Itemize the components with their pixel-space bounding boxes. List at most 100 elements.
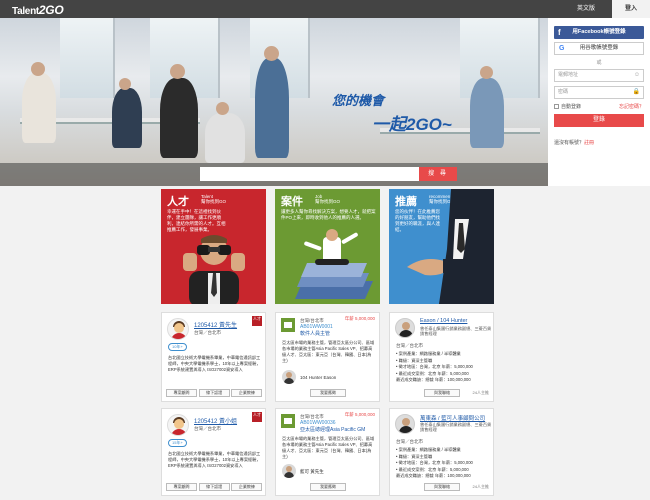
background-person-head [264, 46, 279, 61]
hunter-details: • 案例產業：網路服務業 / 半導體業 • 職級：資深主管職 • 徵才地區：台灣… [396, 447, 473, 478]
certify-button[interactable]: 線下認證 [198, 483, 230, 491]
recruiter-name[interactable]: 藍可 黃先生 [300, 469, 324, 475]
background-window [60, 18, 115, 98]
search-input[interactable] [200, 167, 419, 181]
background-person-head [216, 102, 229, 115]
talent-actions: 專案顧問 線下認證 企業教練 [166, 483, 263, 491]
category-title: 人才 [167, 196, 189, 208]
category-recommend-card[interactable]: 推薦 recommend 幫你找到GO 您的伙伴！在此推薦您的好朋友，幫助他們找到… [389, 189, 494, 304]
job-salary: 年薪 5,000,000 [344, 412, 375, 417]
category-title: 案件 [281, 196, 303, 208]
job-title[interactable]: 軟件人員主管 [300, 330, 330, 337]
hero-tagline: 您的機會 [332, 93, 385, 108]
background-person [255, 58, 289, 158]
category-job-card[interactable]: 案件 Job 幫你找到GO 讓更多人幫你尋找解決方案，想要人才，就把案件PO上來，… [275, 189, 380, 304]
forgot-password-link[interactable]: 忘記密碼？ [619, 103, 644, 110]
bookmark-badge[interactable]: 人才 [252, 412, 262, 422]
talent-description: 台北國立技術大學電機系畢業，中華電信通訊部工程師，中央大學電機系學士，10年以上… [168, 355, 261, 372]
hunter-avatar [395, 318, 415, 338]
consultant-button[interactable]: 專案顧問 [166, 483, 197, 491]
category-subtitle: Talent 幫你找到GO [201, 194, 227, 204]
talent-card[interactable]: 人才 1205412 黃先生 台灣／台北市 10年+ 台北國立技術大學電機系畢業… [161, 312, 266, 402]
google-login-button[interactable]: G 用谷歌帳號登錄 [554, 42, 644, 55]
hunter-avatar [395, 414, 415, 434]
google-icon: G [559, 45, 565, 52]
checkbox-icon [554, 104, 559, 110]
apply-button[interactable]: 我要應徵 [310, 483, 346, 491]
password-field[interactable]: 密碼 🔒 [554, 86, 644, 99]
hunter-details: • 案例產業：網路服務業 / 半導體業 • 職級：資深主管職 • 徵才地區：台灣… [396, 351, 473, 382]
category-description: 讓更多人幫你尋找解決方案，想要人才，就把案件PO上來，即時收到他人的推薦的人選。 [281, 209, 376, 220]
talent-location: 台灣／台北市 [194, 426, 221, 431]
talent-name[interactable]: 1205412 黃小姐 [194, 416, 237, 425]
background-person [470, 78, 504, 148]
login-submit-button[interactable]: 登錄 [554, 114, 644, 127]
email-field[interactable]: 電郵地址 ☺ [554, 69, 644, 82]
signup-prompt: 還沒有帳號？註冊 [554, 140, 595, 146]
hunter-background: 曾任泰山集團行銷業務副總、三菱百貨銷售經理 [420, 422, 492, 432]
talent-name[interactable]: 1205412 黃先生 [194, 320, 237, 329]
background-person [112, 88, 142, 148]
hunter-name[interactable]: 萬東森 / 藍可人事顧問公司 [420, 414, 485, 422]
recommend-count: 24人主推 [472, 390, 489, 395]
category-subtitle: Job 幫你找到GO [315, 194, 341, 204]
background-person-head [480, 66, 493, 79]
talent-actions: 專案顧問 線下認證 企業教練 [166, 389, 263, 397]
coach-button[interactable]: 企業教練 [231, 389, 263, 397]
recruiter-name[interactable]: 104 Hunter Eason [300, 375, 336, 380]
or-divider: 或 [596, 60, 602, 66]
hunter-card[interactable]: Eason / 104 Hunter 曾任泰山集團行銷業務副總、三菱百貨銷售經理… [389, 312, 494, 402]
talent-description: 台北國立技術大學電機系畢業，中華電信通訊部工程師，中央大學電機系學士，10年以上… [168, 451, 261, 468]
category-talent-card[interactable]: 人才 Talent 幫你找到GO 幸運在手中！在這裡找到伙伴，建立團隊，讓工作更順… [161, 189, 266, 304]
facebook-icon: f [558, 28, 561, 37]
job-description: 亞太區市場的業務主管，管理亞太區分公司、區域各市場的業務主管Asia Pacif… [282, 436, 375, 459]
hero-tagline-2go: 一起2GO~ [372, 115, 452, 134]
contact-button[interactable]: 與我聯絡 [424, 389, 460, 397]
files-man-illustration [295, 229, 373, 299]
background-person-head [119, 78, 131, 90]
lock-icon: 🔒 [632, 89, 640, 95]
job-salary: 年薪 5,000,000 [344, 316, 375, 321]
background-person-head [31, 62, 45, 76]
site-logo[interactable]: Talent2GO [12, 3, 64, 17]
experience-chip: 10年+ [168, 343, 187, 351]
binoculars-man-illustration [183, 235, 245, 304]
search-button[interactable]: 搜 尋 [419, 167, 457, 181]
hunter-location: 台灣／台北市 [396, 439, 423, 444]
job-description: 亞太區市場的業務主管，管理亞太區分公司、區域各市場的業務主管Asia Pacif… [282, 340, 375, 363]
recommend-count: 24人主推 [472, 484, 489, 489]
signup-link[interactable]: 註冊 [584, 140, 594, 146]
job-card[interactable]: 台灣/台北市 年薪 5,000,000 AB01WW0001 軟件人員主管 亞太… [275, 312, 380, 402]
avatar [167, 414, 189, 436]
remember-me-checkbox[interactable]: 自動登錄 [554, 103, 581, 110]
talent-card[interactable]: 人才 1205412 黃小姐 台灣／台北市 15年+ 台北國立技術大學電機系畢業… [161, 408, 266, 496]
certify-button[interactable]: 線下認證 [198, 389, 230, 397]
experience-chip: 15年+ [168, 439, 187, 447]
bookmark-badge[interactable]: 人才 [252, 316, 262, 326]
user-icon: ☺ [633, 72, 640, 78]
background-person-head [170, 64, 185, 79]
language-switch-link[interactable]: 英文版 [566, 0, 606, 18]
hunter-name[interactable]: Eason / 104 Hunter [420, 318, 467, 324]
briefcase-icon [281, 318, 295, 332]
hero-banner: 您的機會 一起2GO~ [0, 18, 548, 186]
background-person [22, 73, 56, 143]
login-tab[interactable]: 登入 [612, 0, 650, 18]
facebook-login-button[interactable]: f 用Facebook帳號登錄 [554, 26, 644, 39]
avatar [167, 318, 189, 340]
job-title[interactable]: 亞太區總經理Asia Pacific GM [300, 426, 365, 433]
contact-button[interactable]: 與我聯絡 [424, 483, 460, 491]
hunter-card[interactable]: 萬東森 / 藍可人事顧問公司 曾任泰山集團行銷業務副總、三菱百貨銷售經理 台灣／… [389, 408, 494, 496]
job-card[interactable]: 台灣/台北市 年薪 5,000,000 AB01WW00036 亞太區總經理As… [275, 408, 380, 496]
login-panel: f 用Facebook帳號登錄 G 用谷歌帳號登錄 或 電郵地址 ☺ 密碼 🔒 自動登錄… [548, 18, 650, 186]
hunter-location: 台灣／台北市 [396, 343, 423, 348]
apply-button[interactable]: 我要應徵 [310, 389, 346, 397]
background-person [160, 78, 198, 158]
briefcase-icon [281, 414, 295, 428]
background-person [205, 113, 245, 163]
consultant-button[interactable]: 專案顧問 [166, 389, 197, 397]
coach-button[interactable]: 企業教練 [231, 483, 263, 491]
recruiter-avatar [282, 464, 296, 478]
handshake-illustration [407, 189, 494, 304]
talent-location: 台灣／台北市 [194, 330, 221, 335]
